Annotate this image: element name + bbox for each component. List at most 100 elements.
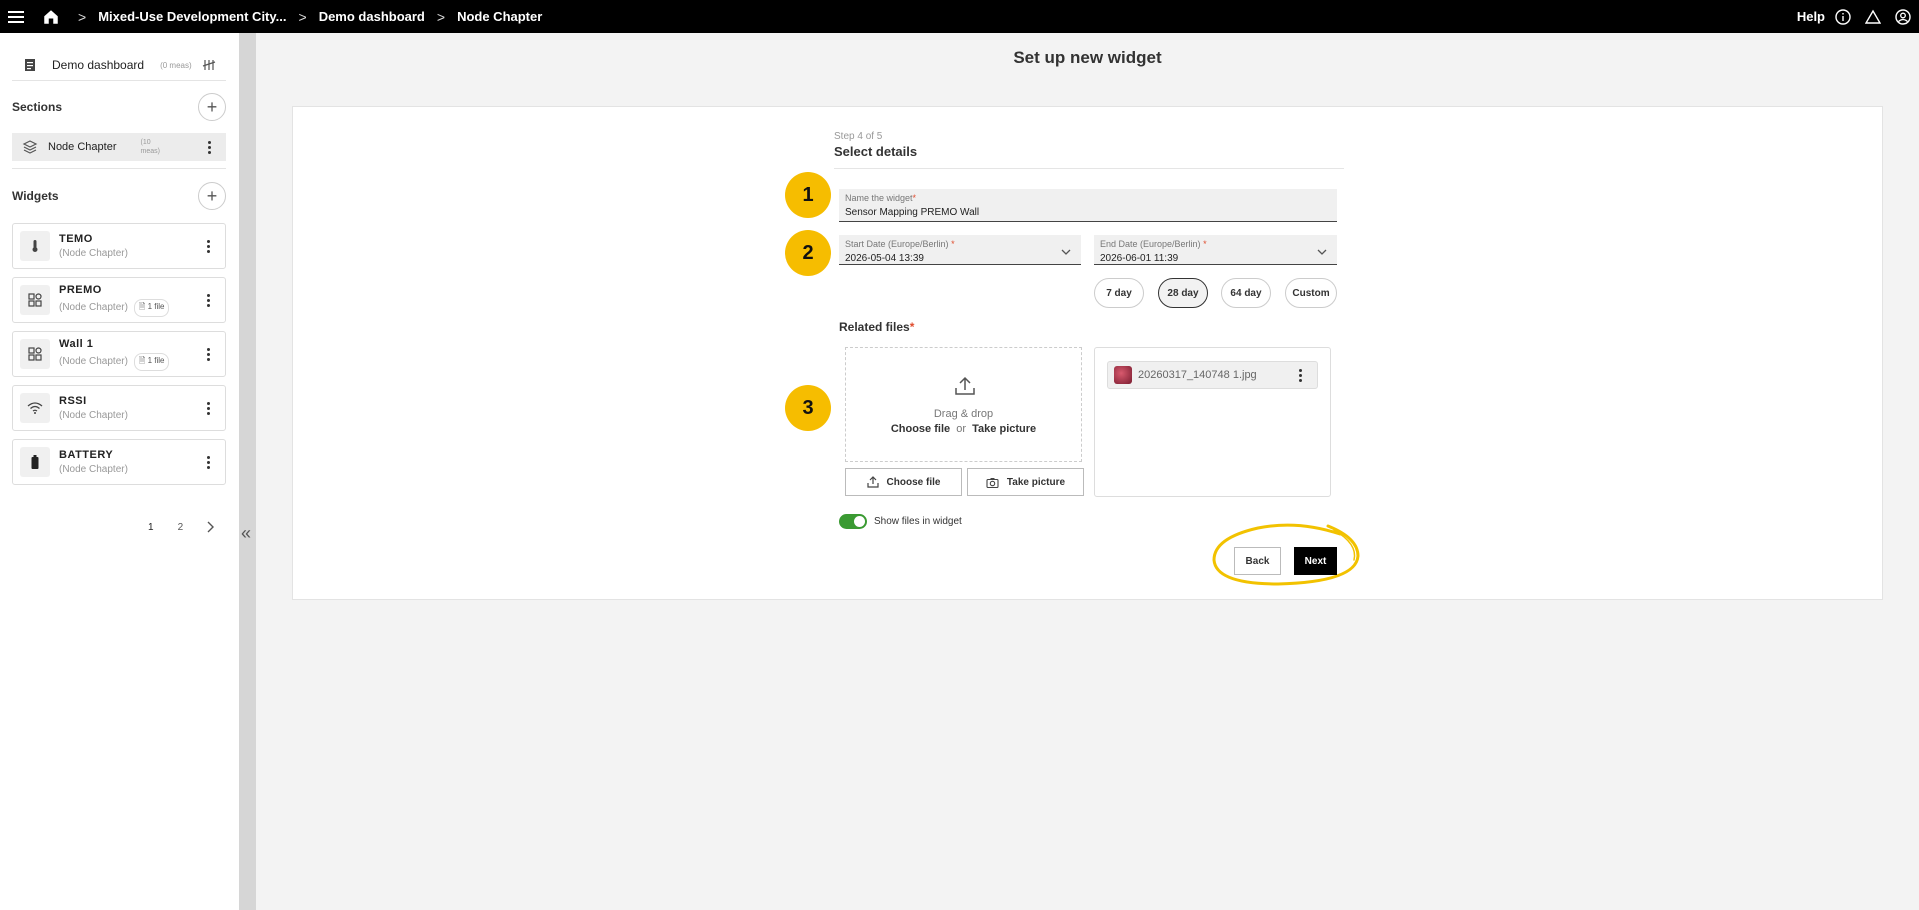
breadcrumb-project[interactable]: Mixed-Use Development City... — [98, 9, 286, 24]
related-files-label: Related files* — [839, 320, 914, 334]
grid-icon — [20, 339, 50, 369]
end-date-input[interactable]: 2026-06-01 11:39 — [1100, 253, 1178, 264]
next-button[interactable]: Next — [1294, 547, 1337, 575]
widget-title: PREMO — [59, 283, 102, 296]
file-drop-zone[interactable]: Drag & drop Choose file or Take picture — [845, 347, 1082, 462]
back-button[interactable]: Back — [1234, 547, 1281, 575]
badge-text: 1 file — [147, 301, 165, 311]
widget-subtitle: (Node Chapter) — [59, 248, 128, 259]
widget-subtitle: (Node Chapter) 🗎 1 file — [59, 298, 170, 317]
range-7-day[interactable]: 7 day — [1094, 278, 1144, 308]
breadcrumb: > Mixed-Use Development City... > Demo d… — [66, 9, 542, 25]
plus-icon: + — [206, 96, 218, 117]
required-mark: * — [912, 193, 917, 203]
more-options-icon[interactable] — [207, 401, 211, 415]
page-1[interactable]: 1 — [148, 522, 154, 533]
breadcrumb-dashboard[interactable]: Demo dashboard — [319, 9, 425, 24]
required-mark: * — [909, 320, 915, 334]
more-options-icon[interactable] — [207, 455, 211, 469]
chevron-right-icon: > — [436, 8, 446, 25]
widget-item-battery[interactable]: BATTERY (Node Chapter) — [12, 439, 226, 485]
file-count-badge: 🗎 1 file — [133, 352, 170, 371]
info-icon[interactable] — [1835, 8, 1851, 25]
start-date-field[interactable]: Start Date (Europe/Berlin) * 2026-05-04 … — [839, 235, 1081, 265]
help-link[interactable]: Help — [1797, 9, 1825, 24]
dashboard-name: Demo dashboard — [52, 58, 145, 72]
take-picture-link[interactable]: Take picture — [972, 423, 1036, 435]
chevron-down-icon[interactable] — [1061, 247, 1071, 257]
highlight-ellipse — [1212, 523, 1360, 586]
label-text: End Date (Europe/Berlin) — [1100, 239, 1201, 249]
file-count-badge: 🗎 1 file — [133, 298, 170, 317]
button-label: Take picture — [1006, 476, 1066, 488]
widget-title: BATTERY — [59, 449, 114, 461]
dashboard-row[interactable]: Demo dashboard (0 meas) — [12, 53, 226, 77]
add-widget-button[interactable]: + — [198, 182, 226, 210]
widget-subtitle: (Node Chapter) — [59, 464, 128, 475]
range-custom[interactable]: Custom — [1285, 278, 1337, 308]
widget-section: (Node Chapter) — [59, 464, 128, 475]
uploaded-files-panel: 20260317_140748 1.jpg — [1094, 347, 1331, 497]
widget-item-wall-1[interactable]: Wall 1 (Node Chapter) 🗎 1 file — [12, 331, 226, 377]
show-files-label: Show files in widget — [874, 516, 962, 527]
marker-3: 3 — [785, 385, 831, 431]
marker-1: 1 — [785, 172, 831, 218]
settings-sliders-icon[interactable] — [202, 58, 216, 72]
image-thumbnail — [1114, 366, 1132, 384]
chevron-right-icon: > — [298, 8, 307, 25]
file-item[interactable]: 20260317_140748 1.jpg — [1107, 361, 1318, 389]
more-options-icon[interactable] — [207, 293, 211, 307]
choose-file-link[interactable]: Choose file — [891, 423, 950, 435]
more-options-icon[interactable] — [207, 239, 211, 253]
drop-zone-actions: Choose file or Take picture — [846, 423, 1081, 435]
wifi-icon — [20, 393, 50, 423]
widget-name-field[interactable]: Name the widget* Sensor Mapping PREMO Wa… — [839, 189, 1337, 222]
divider — [12, 80, 226, 81]
more-options-icon[interactable] — [207, 347, 211, 361]
widget-item-premo[interactable]: PREMO (Node Chapter) 🗎 1 file — [12, 277, 226, 323]
chevron-right-icon[interactable] — [207, 521, 215, 533]
required-mark: * — [1203, 239, 1207, 249]
take-picture-button[interactable]: Take picture — [967, 468, 1084, 496]
widget-title: TEMO — [59, 233, 93, 245]
section-meas-count: (10 meas) — [140, 139, 160, 155]
step-indicator: Step 4 of 5 — [834, 131, 883, 142]
grid-icon — [20, 285, 50, 315]
alert-icon[interactable] — [1865, 9, 1881, 25]
widget-subtitle: (Node Chapter) — [59, 410, 128, 421]
hamburger-menu-icon[interactable] — [8, 10, 24, 23]
more-options-icon[interactable] — [1299, 368, 1303, 382]
start-date-input[interactable]: 2026-05-04 13:39 — [845, 253, 924, 264]
page-2[interactable]: 2 — [178, 522, 184, 533]
widget-item-rssi[interactable]: RSSI (Node Chapter) — [12, 385, 226, 431]
range-64-day[interactable]: 64 day — [1221, 278, 1271, 308]
file-name: 20260317_140748 1.jpg — [1138, 369, 1257, 381]
widget-section: (Node Chapter) — [59, 302, 128, 313]
collapse-sidebar-handle[interactable]: « — [239, 33, 256, 910]
topbar-actions: Help — [1797, 8, 1919, 25]
more-options-icon[interactable] — [208, 140, 212, 154]
widget-name-input[interactable]: Sensor Mapping PREMO Wall — [845, 207, 979, 218]
sidebar: Demo dashboard (0 meas) Sections + Node … — [0, 33, 239, 910]
widget-section: (Node Chapter) — [59, 248, 128, 259]
divider — [834, 168, 1344, 169]
sections-header: Sections + — [12, 93, 226, 121]
sidebar-item-node-chapter[interactable]: Node Chapter (10 meas) — [12, 133, 226, 161]
thermometer-icon — [20, 231, 50, 261]
choose-file-button[interactable]: Choose file — [845, 468, 962, 496]
top-bar: > Mixed-Use Development City... > Demo d… — [0, 0, 1919, 33]
double-chevron-left-icon[interactable]: « — [241, 523, 251, 544]
divider — [12, 168, 226, 169]
add-section-button[interactable]: + — [198, 93, 226, 121]
drag-drop-text: Drag & drop — [933, 408, 994, 420]
chevron-down-icon[interactable] — [1317, 247, 1327, 257]
badge-text: 1 file — [147, 355, 165, 365]
breadcrumb-section[interactable]: Node Chapter — [457, 9, 542, 24]
show-files-toggle[interactable] — [839, 514, 867, 529]
range-28-day[interactable]: 28 day — [1158, 278, 1208, 308]
widgets-label: Widgets — [12, 189, 59, 203]
home-icon[interactable] — [42, 8, 60, 26]
user-icon[interactable] — [1895, 8, 1911, 25]
end-date-field[interactable]: End Date (Europe/Berlin) * 2026-06-01 11… — [1094, 235, 1337, 265]
widget-item-temo[interactable]: TEMO (Node Chapter) — [12, 223, 226, 269]
